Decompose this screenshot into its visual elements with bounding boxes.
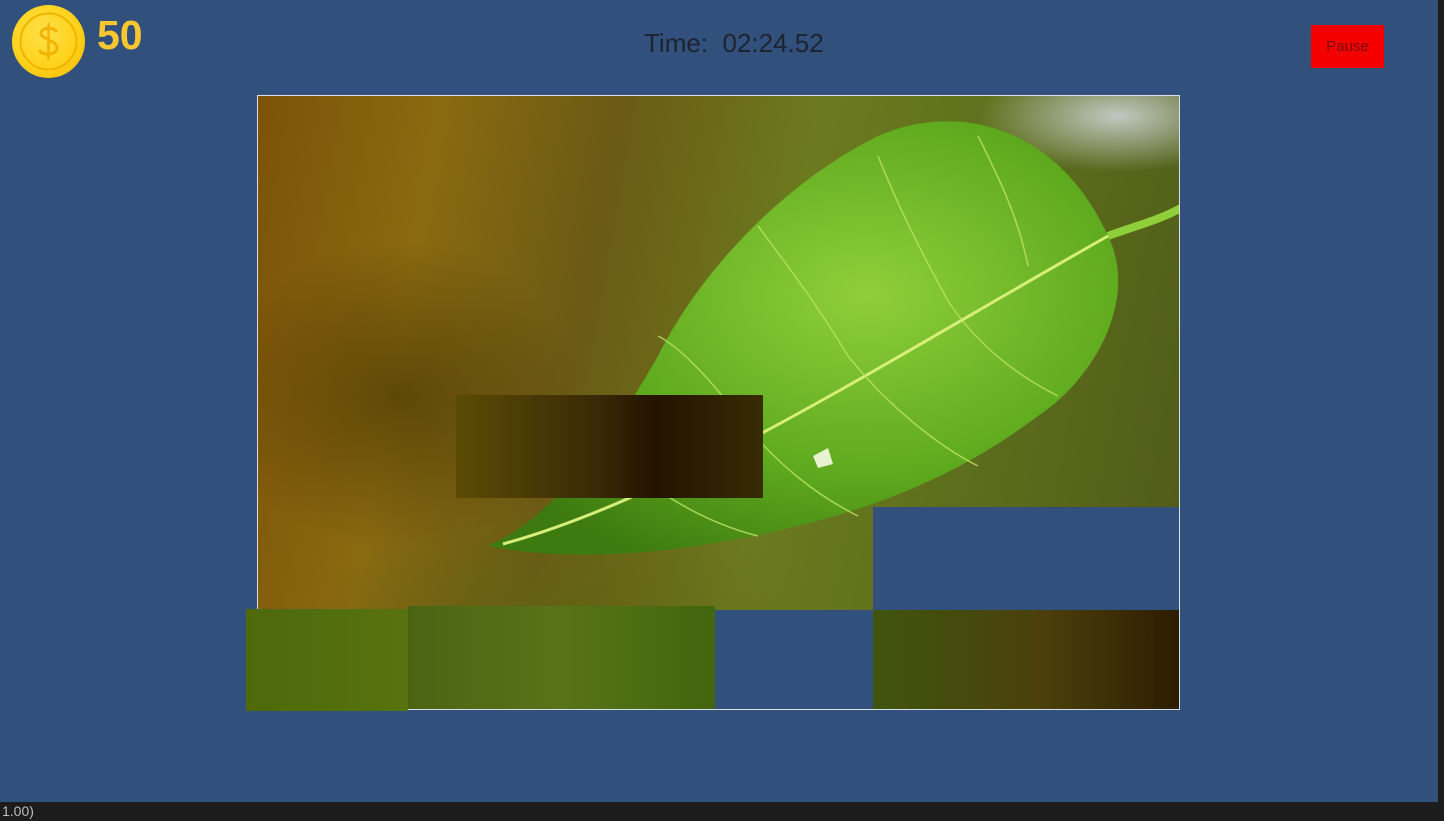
empty-slot[interactable] — [715, 610, 873, 709]
dollar-coin-icon — [12, 5, 85, 78]
puzzle-tile-dragging[interactable] — [246, 609, 408, 711]
game-screen: 50 Time: 02:24.52 Pause — [0, 0, 1438, 802]
coin-count: 50 — [97, 12, 143, 58]
timer-label: Time: 02:24.52 — [644, 28, 824, 58]
console-text: 1.00) — [2, 803, 34, 819]
puzzle-tile[interactable] — [873, 610, 1179, 709]
pause-button[interactable]: Pause — [1311, 25, 1384, 68]
console-bar: 1.00) — [0, 802, 1444, 821]
puzzle-tile[interactable] — [456, 395, 763, 498]
puzzle-tile[interactable] — [408, 606, 715, 709]
empty-slot[interactable] — [873, 507, 1179, 610]
dollar-sign-glyph — [19, 12, 78, 71]
